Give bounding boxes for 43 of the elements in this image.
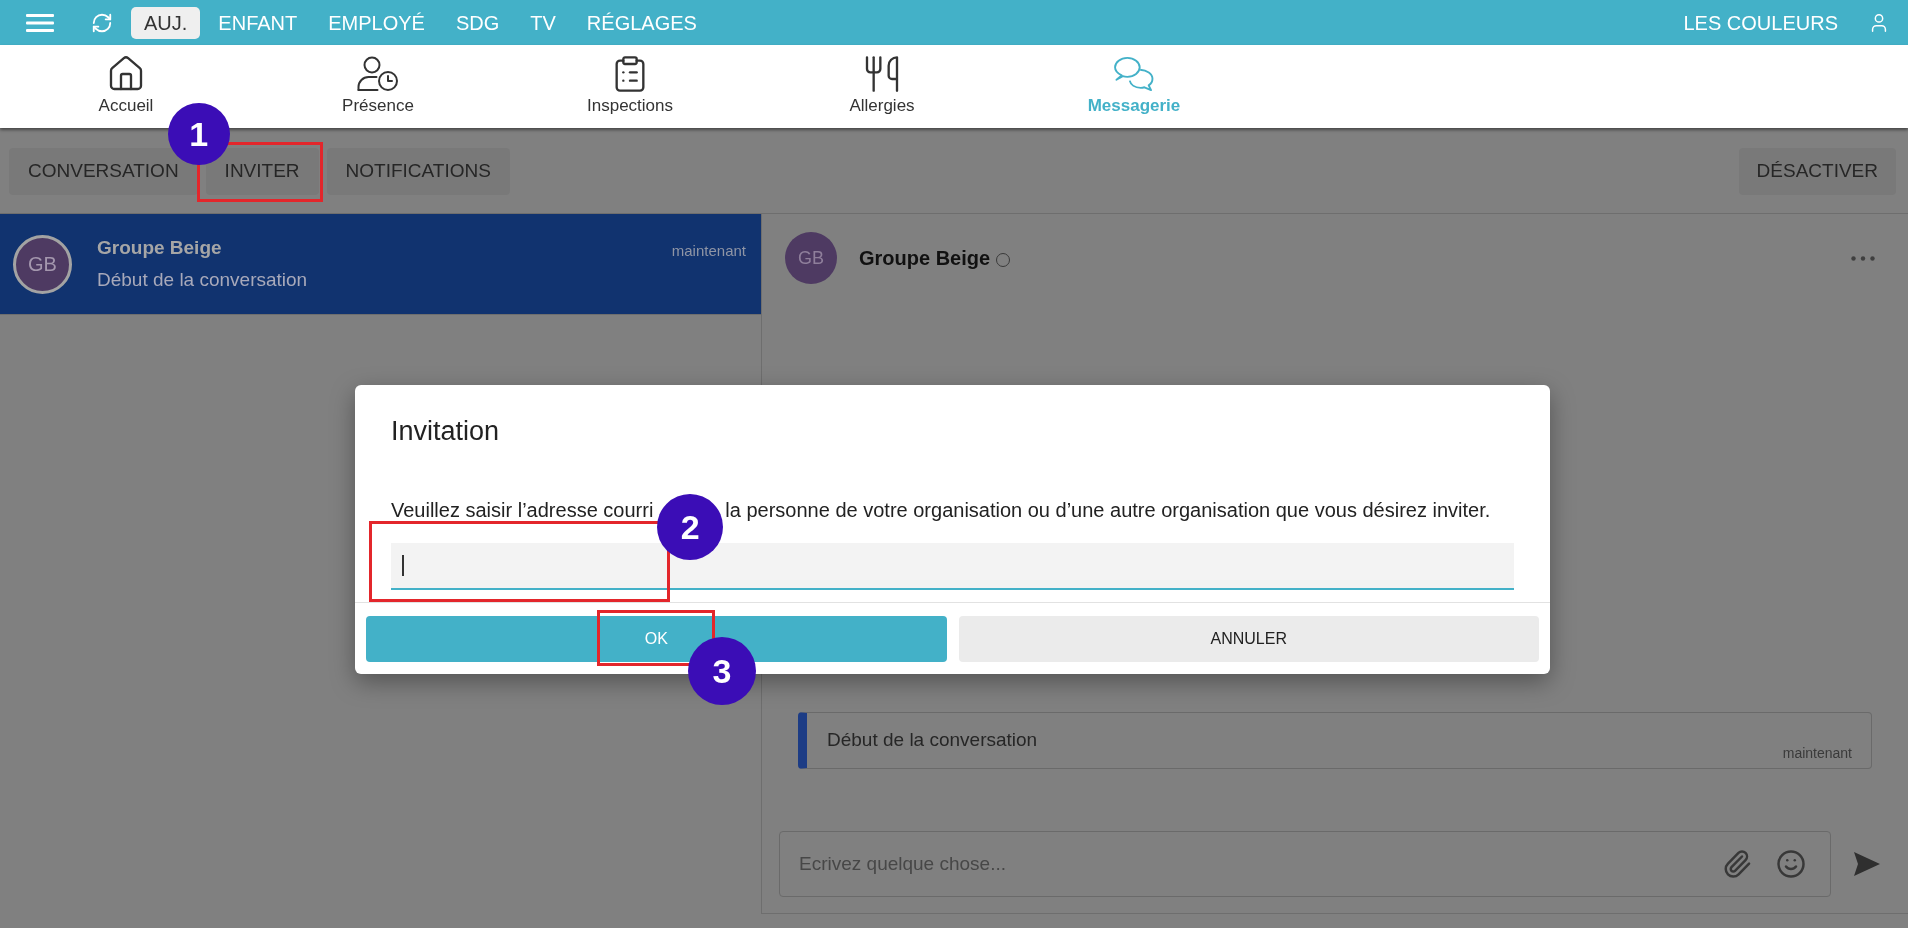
step-marker: 3 (688, 637, 756, 705)
top-menu-item[interactable]: EMPLOYÉ (315, 6, 438, 39)
toolbar-button[interactable]: CONVERSATION (9, 148, 198, 195)
conversation-preview: Début de la conversation (97, 268, 308, 292)
toolbar-button[interactable]: NOTIFICATIONS (326, 148, 510, 195)
instruction-text: la personne de votre organisation ou d’une autre organisation que vous désirez inviter. (725, 499, 1491, 521)
toolbar-button[interactable]: INVITER (205, 148, 319, 195)
dialog-title: Invitation (390, 415, 501, 447)
conversation-item[interactable]: GB Groupe Beige Début de la conversation maintenant (0, 214, 761, 315)
email-field[interactable] (391, 543, 1514, 590)
cancel-button[interactable]: ANNULER (958, 616, 1539, 662)
nav-tab[interactable]: Présence (340, 45, 416, 128)
deactivate-button[interactable]: DÉSACTIVER (1738, 148, 1896, 195)
top-menu-item[interactable]: ENFANT (205, 6, 311, 39)
message-text: Début de la conversation (826, 728, 1038, 752)
smiley-icon[interactable] (1776, 849, 1806, 879)
conversation-name: Groupe Beige (97, 235, 223, 260)
avatar: GB (13, 234, 72, 294)
nav-tab[interactable]: Allergies (847, 45, 917, 128)
top-menu-item[interactable]: AUJ. (131, 6, 201, 39)
chat-title: Groupe Beige (859, 246, 991, 271)
message-time: maintenant (1782, 745, 1853, 763)
conversation-time: maintenant (671, 241, 746, 261)
step-marker: 2 (657, 494, 724, 560)
speech-bubbles-icon (1113, 56, 1155, 92)
menu-icon[interactable] (26, 13, 54, 32)
nav-tab[interactable]: Messagerie (1085, 45, 1183, 128)
more-icon[interactable] (1851, 255, 1875, 261)
top-menu-item[interactable]: SDG (442, 6, 513, 39)
message-field[interactable]: Ecrivez quelque chose... (779, 831, 1831, 897)
refresh-icon[interactable] (91, 11, 113, 34)
person-clock-icon (357, 55, 399, 93)
top-menu-item[interactable]: RÉGLAGES (573, 6, 710, 39)
avatar: GB (785, 232, 837, 284)
send-icon[interactable] (1854, 852, 1880, 876)
top-menu-item[interactable]: TV (517, 6, 569, 39)
paperclip-icon[interactable] (1722, 849, 1752, 879)
text-cursor (402, 555, 404, 576)
nav-tab[interactable]: Accueil (96, 45, 156, 128)
account-menu[interactable]: LES COULEURS (1683, 7, 1838, 38)
instruction-text: Veuillez saisir l’adresse courri (391, 499, 654, 521)
message-input[interactable]: Ecrivez quelque chose... (799, 849, 1722, 879)
nav-tab[interactable]: Inspections (585, 45, 675, 128)
